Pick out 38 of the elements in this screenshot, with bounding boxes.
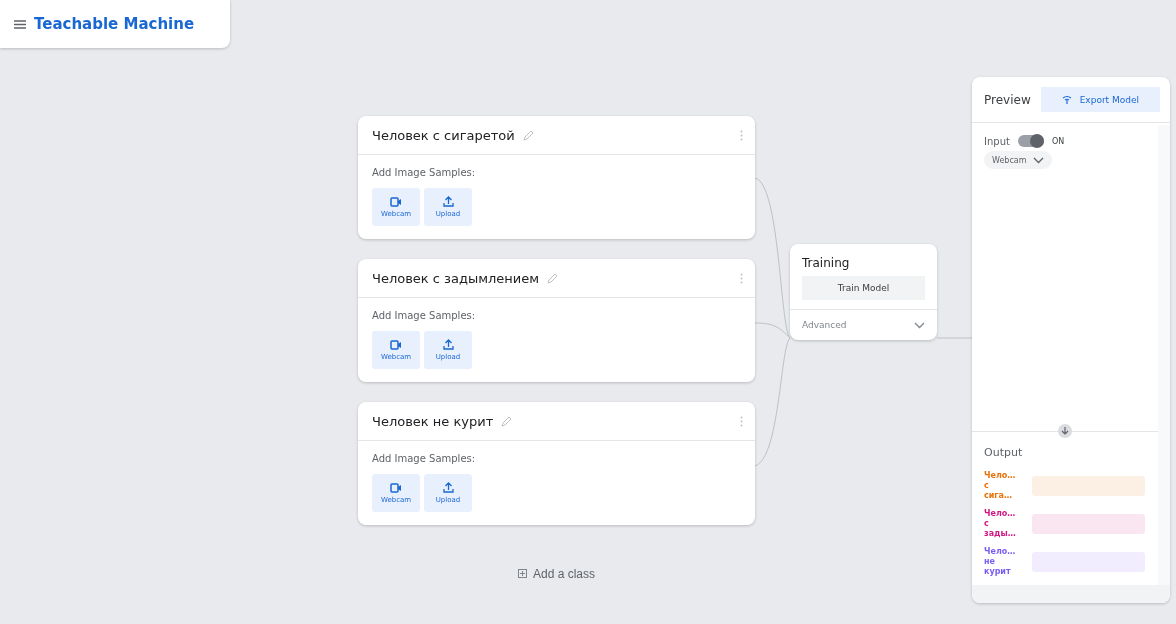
output-label: Чело… с сига… <box>984 471 1014 501</box>
horizontal-scrollbar[interactable] <box>972 585 1170 603</box>
toggle-state: ON <box>1051 136 1065 146</box>
source-dropdown[interactable]: Webcam <box>984 151 1052 169</box>
training-title: Training <box>801 255 851 272</box>
vertical-scrollbar[interactable] <box>1158 125 1170 585</box>
class-name: Человек с сигаретой <box>372 127 515 143</box>
menu-icon[interactable] <box>14 19 26 29</box>
input-toggle[interactable] <box>1017 135 1044 147</box>
arrow-down-icon[interactable] <box>1058 424 1072 438</box>
upload-icon <box>442 196 454 207</box>
output-title: Output <box>984 446 1024 459</box>
upload-icon <box>442 482 454 493</box>
chevron-down-icon <box>914 321 925 329</box>
input-label: Input <box>984 135 1010 147</box>
advanced-toggle[interactable]: Advanced <box>790 309 937 340</box>
output-label: Чело… с зады… <box>984 509 1014 539</box>
pencil-icon[interactable] <box>501 415 513 427</box>
class-name: Человек с задымлением <box>372 270 540 286</box>
video-camera-icon <box>390 339 402 350</box>
broadcast-icon <box>1061 95 1072 104</box>
export-model-button[interactable]: Export Model <box>1040 87 1160 112</box>
pencil-icon[interactable] <box>547 272 559 284</box>
video-camera-icon <box>390 482 402 493</box>
chevron-down-icon <box>1032 156 1044 164</box>
samples-label: Add Image Samples: <box>372 167 477 178</box>
output-label: Чело… не курит <box>984 547 1014 577</box>
plus-box-icon <box>517 569 527 578</box>
add-class-button[interactable]: Add a class <box>511 565 601 582</box>
pencil-icon[interactable] <box>522 129 534 141</box>
video-camera-icon <box>390 196 402 207</box>
class-name: Человек не курит <box>372 413 494 429</box>
app-title: Teachable Machine <box>34 15 195 33</box>
upload-icon <box>442 339 454 350</box>
train-model-button[interactable]: Train Model <box>802 276 925 300</box>
samples-label: Add Image Samples: <box>372 453 477 464</box>
preview-title: Preview <box>984 92 1031 107</box>
samples-label: Add Image Samples: <box>372 310 477 321</box>
